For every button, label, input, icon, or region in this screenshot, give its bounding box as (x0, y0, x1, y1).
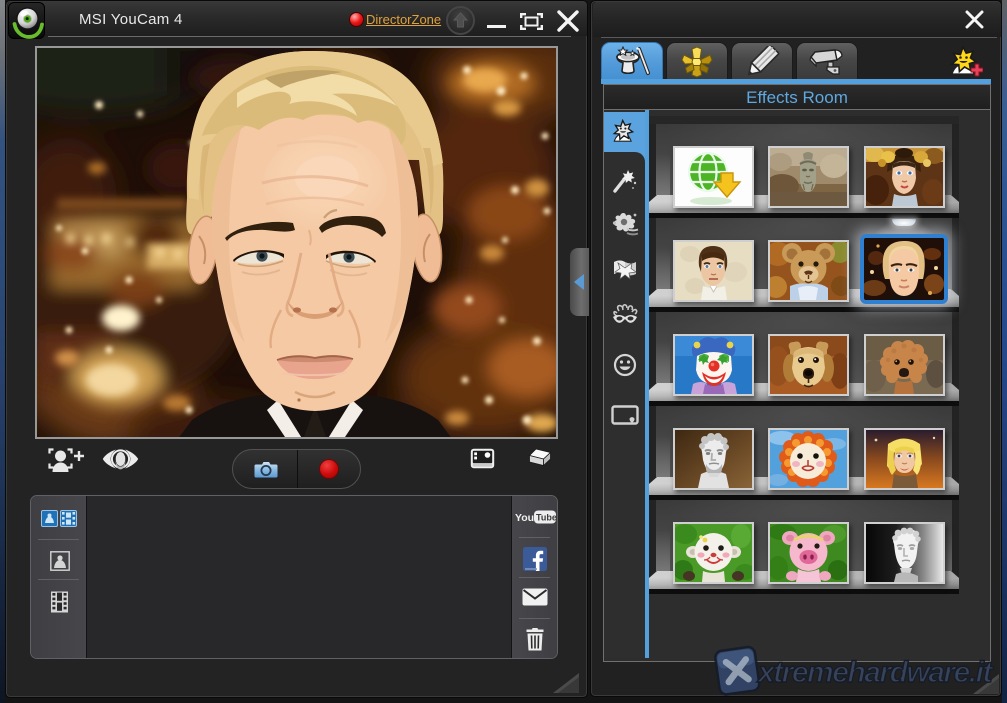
svg-text:Tube: Tube (536, 513, 557, 523)
svg-text:You: You (515, 512, 534, 524)
svg-text:xtremehardware.it: xtremehardware.it (756, 656, 994, 689)
